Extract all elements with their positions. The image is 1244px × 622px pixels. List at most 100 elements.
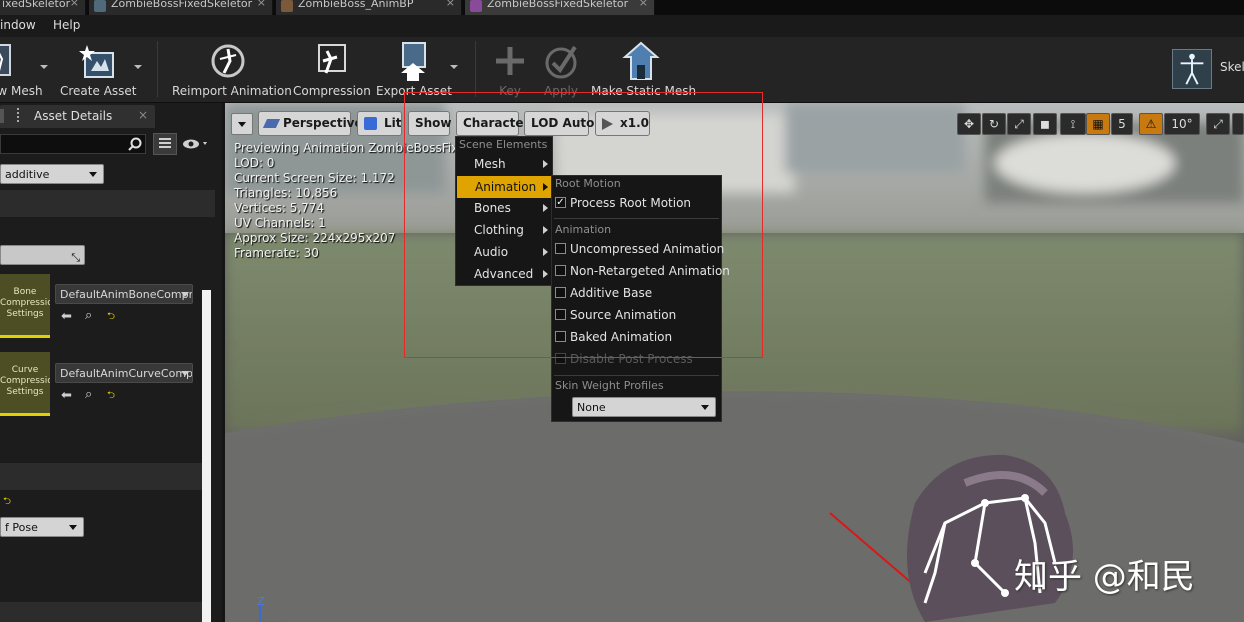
details-scrollbar[interactable] — [202, 290, 211, 622]
curve-compression-select[interactable]: DefaultAnimCurveComp — [55, 363, 193, 383]
chevron-down-icon — [181, 292, 189, 297]
perspective-button[interactable]: Perspective — [258, 111, 351, 136]
select-value: additive — [5, 168, 49, 181]
watermark: 知乎 @和民 — [1014, 549, 1195, 598]
menu-bar: indow Help — [0, 15, 1244, 37]
chevron-down-icon — [181, 371, 189, 376]
translate-mode-button[interactable]: ✥ — [957, 113, 981, 135]
close-icon[interactable]: × — [138, 108, 148, 122]
angle-icon: ⚠ — [1146, 117, 1157, 131]
toolbar-label: w Mesh — [0, 84, 50, 98]
property-combo[interactable]: ⤡ — [0, 245, 85, 265]
angle-size-value: 10° — [1171, 117, 1192, 131]
reimport-icon — [208, 41, 248, 81]
expand-icon: ⤡ — [71, 248, 80, 267]
chevron-down-icon — [69, 525, 77, 530]
viewport-extra-button[interactable] — [1232, 113, 1244, 135]
chevron-down-icon[interactable] — [450, 65, 458, 69]
create-asset-icon — [77, 41, 117, 81]
lit-cube-icon — [364, 117, 377, 130]
highlight-annotation-box — [404, 92, 763, 358]
bone-compression-select[interactable]: DefaultAnimBoneCompr — [55, 284, 193, 304]
compression-icon — [311, 41, 351, 81]
menu-help[interactable]: Help — [53, 18, 80, 32]
chevron-down-icon — [701, 405, 709, 410]
document-tab[interactable]: ZombieBoss_AnimBP × — [276, 0, 462, 15]
document-tab[interactable]: ZombieBossFixedSkeletor × — [465, 0, 655, 15]
move-icon: ✥ — [964, 117, 974, 131]
curve-compression-thumbnail[interactable]: Curve Compression Settings — [0, 352, 50, 416]
close-icon[interactable]: × — [257, 0, 266, 7]
chevron-down-icon[interactable] — [40, 65, 48, 69]
chevron-down-icon[interactable] — [134, 65, 142, 69]
menu-window[interactable]: indow — [0, 18, 36, 32]
close-icon[interactable]: × — [446, 0, 455, 7]
toolbar-divider — [157, 41, 158, 97]
view-options-button[interactable] — [153, 133, 177, 155]
visibility-button[interactable] — [182, 138, 208, 150]
select-value: None — [577, 401, 606, 414]
grid-size-select[interactable]: 5 — [1111, 113, 1133, 135]
eye-icon — [182, 138, 208, 150]
select-value: f Pose — [5, 521, 38, 534]
reset-icon[interactable]: ⮌ — [3, 494, 11, 511]
grid-size-value: 5 — [1118, 117, 1126, 131]
toolbar-label: Reimport Animation — [172, 84, 284, 98]
angle-snap-toggle[interactable]: ⚠ — [1139, 113, 1163, 135]
static-mesh-icon — [621, 41, 661, 81]
section-header[interactable] — [0, 602, 202, 622]
tab-label: Asset Details — [34, 109, 112, 123]
details-search-input[interactable] — [0, 134, 146, 154]
surface-snap-button[interactable]: ⟟ — [1060, 113, 1086, 135]
retarget-source-select[interactable]: f Pose — [0, 517, 84, 537]
button-label: Perspective — [283, 116, 363, 130]
axis-label: Z — [257, 595, 265, 608]
browse-search-icon[interactable]: ⌕ — [85, 308, 92, 323]
reset-icon[interactable]: ⮌ — [107, 388, 115, 405]
chevron-down-icon — [238, 122, 246, 127]
additive-anim-type-select[interactable]: additive — [0, 164, 104, 184]
menu-divider — [554, 375, 719, 376]
maximize-viewport-button[interactable]: ⤢ — [1206, 113, 1230, 135]
document-tab[interactable]: ixedSkeletor × — [0, 0, 86, 15]
button-label: Lit — [384, 116, 402, 130]
tab-label: ZombieBossFixedSkeletor — [487, 0, 628, 10]
document-tab-bar: ixedSkeletor × ZombieBossFixedSkeletor ×… — [0, 0, 1244, 15]
tab-asset-details[interactable]: Asset Details × — [0, 105, 155, 128]
checkmark-icon — [541, 41, 581, 81]
close-icon[interactable]: × — [639, 0, 648, 7]
anim-blueprint-icon — [281, 0, 293, 12]
use-selected-arrow-icon[interactable]: ⬅ — [61, 388, 72, 403]
menu-section-header: Skin Weight Profiles — [555, 379, 664, 392]
skin-weight-profile-select[interactable]: None — [572, 397, 716, 417]
tab-label: ixedSkeletor — [2, 0, 70, 10]
lit-button[interactable]: Lit — [357, 111, 402, 136]
perspective-icon — [263, 119, 280, 128]
angle-size-select[interactable]: 10° — [1164, 113, 1200, 135]
bone-compression-thumbnail[interactable]: Bone Compression Settings — [0, 274, 50, 338]
coordinate-space-button[interactable]: ◼ — [1033, 113, 1057, 135]
grid-snap-toggle[interactable]: ▦ — [1086, 113, 1110, 135]
cube-icon: ◼ — [1040, 117, 1050, 131]
reset-icon[interactable]: ⮌ — [107, 309, 115, 326]
use-selected-arrow-icon[interactable]: ⬅ — [61, 309, 72, 324]
section-header[interactable] — [0, 190, 215, 217]
rotate-icon: ↻ — [989, 117, 999, 131]
toolbar-divider — [475, 41, 476, 97]
close-icon[interactable]: × — [70, 0, 79, 7]
section-header[interactable] — [0, 463, 202, 490]
skeleton-icon — [470, 0, 482, 12]
browse-search-icon[interactable]: ⌕ — [85, 387, 92, 402]
rotate-mode-button[interactable]: ↻ — [982, 113, 1006, 135]
tab-grip — [0, 109, 4, 123]
toolbar-label: Create Asset — [60, 84, 134, 98]
scale-icon: ⤢ — [1014, 117, 1024, 131]
skeleton-asset-thumbnail[interactable] — [1172, 49, 1212, 89]
search-icon — [128, 137, 142, 151]
viewport-options-button[interactable] — [231, 113, 253, 135]
document-tab[interactable]: ZombieBossFixedSkeletor × — [89, 0, 273, 15]
grid-icon: ▦ — [1092, 117, 1103, 131]
scale-mode-button[interactable]: ⤢ — [1007, 113, 1031, 135]
thumbnail-label: Curve Compression Settings — [0, 365, 50, 397]
maximize-icon: ⤢ — [1213, 117, 1223, 131]
